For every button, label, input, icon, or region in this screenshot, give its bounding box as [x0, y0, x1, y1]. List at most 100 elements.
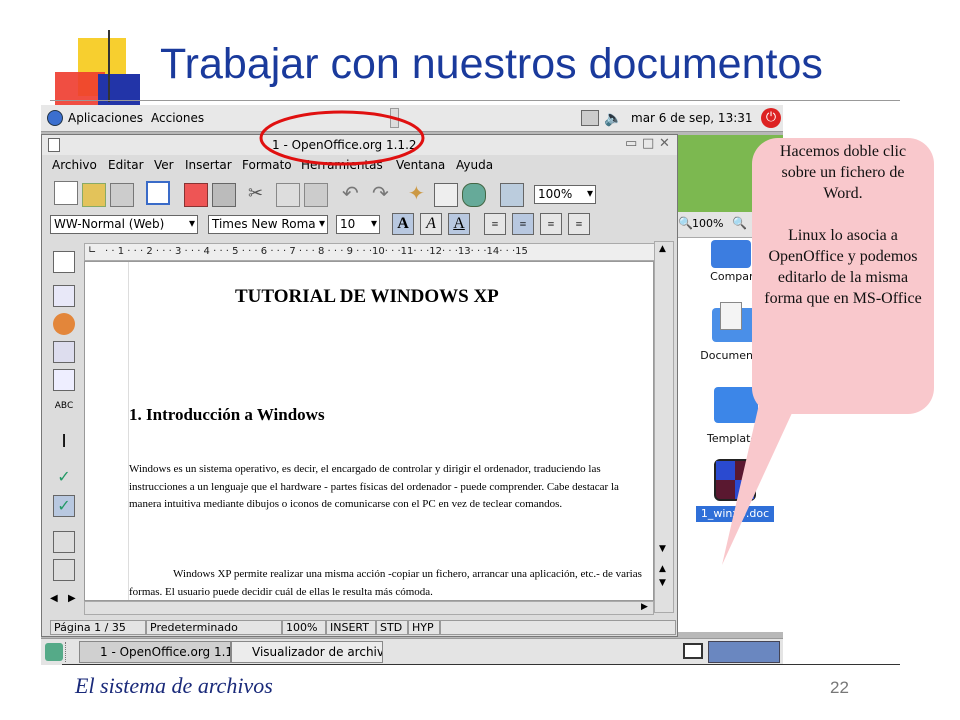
doc-section-heading: 1. Introducción a Windows: [129, 405, 325, 424]
callout-text-1: Hacemos doble clic sobre un fichero de W…: [779, 143, 907, 202]
cut-icon[interactable]: ✂: [248, 183, 263, 204]
ruler-marks: · · 1 · · · 2 · · · 3 · · · 4 · · · 5 · …: [105, 246, 528, 257]
status-hyp[interactable]: HYP: [408, 620, 440, 635]
doc-paragraph-2: Windows XP permite realizar una misma ac…: [129, 568, 642, 598]
paragraph-style-select[interactable]: WW-Normal (Web) ▾: [50, 215, 198, 234]
document-page[interactable]: TUTORIAL DE WINDOWS XP 1. Introducción a…: [84, 261, 654, 601]
status-zoom[interactable]: 100%: [282, 620, 326, 635]
minimize-icon[interactable]: ▭: [625, 136, 637, 151]
zoom-out-icon[interactable]: 🔍: [678, 216, 693, 230]
status-bar: Página 1 / 35 Predeterminado 100% INSERT…: [42, 619, 677, 636]
doc-heading: TUTORIAL DE WINDOWS XP: [235, 286, 499, 307]
menu-actions[interactable]: Acciones: [151, 111, 204, 125]
align-left-button[interactable]: ≡: [484, 213, 506, 235]
status-empty: [440, 620, 676, 635]
zoom-in-icon[interactable]: 🔍: [732, 216, 747, 230]
draw-functions-icon[interactable]: [53, 341, 75, 363]
scroll-down-icon[interactable]: ▼: [659, 544, 666, 554]
page-up-icon[interactable]: ▲: [659, 564, 666, 574]
insert-image-icon[interactable]: [500, 183, 524, 207]
autocomplete-icon[interactable]: ABC: [53, 401, 75, 423]
copy-icon[interactable]: [276, 183, 300, 207]
gallery-icon[interactable]: [434, 183, 458, 207]
menu-applications[interactable]: Aplicaciones: [68, 111, 143, 125]
insert-objects-icon[interactable]: [53, 313, 75, 335]
scroll-right-arrow-icon[interactable]: ▶: [641, 602, 648, 612]
panel-clock[interactable]: mar 6 de sep, 13:31: [631, 111, 753, 125]
speaker-icon[interactable]: 🔈: [604, 109, 623, 127]
scroll-up-icon[interactable]: ▲: [659, 244, 666, 254]
highlight-ellipse: [259, 110, 425, 166]
new-document-icon[interactable]: [54, 181, 78, 205]
scroll-right-icon[interactable]: ▶: [68, 593, 76, 604]
app-icon: [48, 138, 60, 152]
justify-button[interactable]: ≡: [568, 213, 590, 235]
autospellcheck-icon[interactable]: ✓: [53, 495, 75, 517]
status-page: Página 1 / 35: [50, 620, 146, 635]
navigator-icon[interactable]: ✦: [408, 181, 425, 205]
desktop-screenshot: 🔍 100% 🔍 Compart Documentos Templates 1_…: [41, 105, 783, 665]
data-source-icon[interactable]: [53, 559, 75, 581]
callout-bubble: Hacemos doble clic sobre un fichero de W…: [752, 138, 934, 414]
horizontal-ruler[interactable]: ∟ · · 1 · · · 2 · · · 3 · · · 4 · · · 5 …: [84, 243, 662, 261]
desktop-pager-icon[interactable]: [683, 643, 703, 659]
italic-button[interactable]: A: [420, 213, 442, 235]
close-icon[interactable]: ✕: [659, 136, 670, 151]
slide-title: Trabajar con nuestros documentos: [160, 40, 823, 88]
bold-button[interactable]: A: [392, 213, 414, 235]
paste-icon[interactable]: [304, 183, 328, 207]
decor-blue-square: [98, 74, 140, 106]
redo-icon[interactable]: ↷: [372, 181, 389, 205]
underline-button[interactable]: A: [448, 213, 470, 235]
print-icon[interactable]: [212, 183, 236, 207]
chevron-down-icon: ▾: [318, 216, 325, 230]
font-size-select[interactable]: 10 ▾: [336, 215, 380, 234]
scroll-left-icon[interactable]: ◀: [50, 593, 58, 604]
page-number: 22: [830, 678, 849, 697]
footer-line: [62, 664, 900, 665]
screenshot-icon[interactable]: [581, 110, 599, 126]
align-right-button[interactable]: ≡: [540, 213, 562, 235]
power-icon[interactable]: ⏻: [761, 108, 781, 128]
form-functions-icon[interactable]: [53, 369, 75, 391]
maximize-icon[interactable]: □: [642, 136, 654, 151]
task-openoffice[interactable]: 1 - OpenOffice.org 1.1: [79, 641, 231, 663]
open-folder-icon[interactable]: [82, 183, 106, 207]
chevron-down-icon: ▾: [586, 186, 593, 200]
status-std[interactable]: STD: [376, 620, 408, 635]
task-file-browser[interactable]: Visualizador de archiv: [231, 641, 383, 663]
save-icon[interactable]: [110, 183, 134, 207]
menu-insertar[interactable]: Insertar: [185, 158, 232, 172]
tab-stop-icon[interactable]: ∟: [88, 245, 96, 256]
callout-text-2: Linux lo asocia a OpenOffice y podemos e…: [764, 227, 922, 307]
zoom-select[interactable]: 100% ▾: [534, 185, 596, 204]
export-pdf-icon[interactable]: [184, 183, 208, 207]
find-replace-icon[interactable]: [53, 531, 75, 553]
gnome-foot-icon[interactable]: [47, 110, 63, 126]
taskbar-handle[interactable]: [65, 642, 73, 662]
menu-editar[interactable]: Editar: [108, 158, 144, 172]
vertical-scrollbar[interactable]: ▲ ▼ ▲ ▼: [654, 241, 674, 613]
insert-fields-icon[interactable]: [53, 285, 75, 307]
workspace-switcher[interactable]: [708, 641, 780, 663]
text-cursor-icon[interactable]: I: [53, 431, 75, 453]
align-center-button[interactable]: ≡: [512, 213, 534, 235]
desktop-zoom: 100%: [692, 217, 724, 230]
menu-ayuda[interactable]: Ayuda: [456, 158, 493, 172]
edit-file-icon[interactable]: [146, 181, 170, 205]
page-down-icon[interactable]: ▼: [659, 578, 666, 588]
data-sources-icon[interactable]: [462, 183, 486, 207]
undo-icon[interactable]: ↶: [342, 181, 359, 205]
spellcheck-icon[interactable]: ✓: [53, 467, 75, 489]
doc-paragraph-1: Windows es un sistema operativo, es deci…: [129, 463, 619, 510]
status-insert[interactable]: INSERT: [326, 620, 376, 635]
menu-ver[interactable]: Ver: [154, 158, 174, 172]
horizontal-scrollbar[interactable]: ▶: [84, 601, 654, 615]
menu-archivo[interactable]: Archivo: [52, 158, 97, 172]
insert-table-icon[interactable]: [53, 251, 75, 273]
shared-folder-icon[interactable]: [711, 240, 751, 268]
formatting-toolbar: WW-Normal (Web) ▾ Times New Roma ▾ 10 ▾ A A…: [42, 211, 677, 239]
show-desktop-icon[interactable]: [45, 643, 63, 661]
font-name-select[interactable]: Times New Roma ▾: [208, 215, 328, 234]
chevron-down-icon: ▾: [370, 216, 377, 230]
